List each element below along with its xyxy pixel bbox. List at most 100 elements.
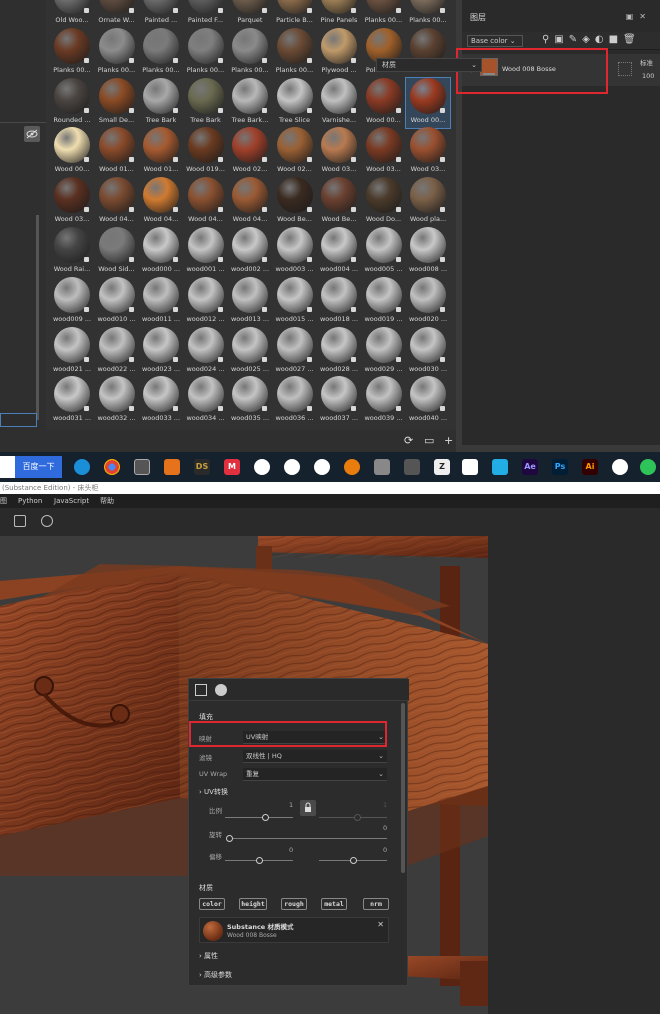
folder-icon[interactable]: ▭ [424,434,434,447]
material-thumbnail-item[interactable]: Planks 00... [139,27,183,78]
material-thumbnail-item[interactable]: wood018 ... [317,276,361,327]
material-thumbnail-item[interactable]: wood011 ... [139,276,183,327]
material-thumbnail-item[interactable]: wood004 ... [317,227,361,277]
material-thumbnail-item[interactable]: wood010 ... [95,276,139,327]
material-thumbnail-item[interactable]: Wood Be... [273,177,317,227]
material-thumbnail-item[interactable]: Wood 04... [228,177,272,227]
ds-icon[interactable]: DS [194,459,210,475]
close-icon[interactable]: ✕ [377,920,384,929]
tab-material-icon[interactable] [215,684,227,696]
rotate-slider-knob[interactable] [226,835,233,842]
lock-icon[interactable] [300,800,316,816]
scale-slider-track[interactable] [225,817,293,818]
material-thumbnail-item[interactable]: wood023 ... [139,326,183,377]
photoshop-icon[interactable]: Ps [552,459,568,475]
app-icon[interactable] [134,459,150,475]
panel-window-icons[interactable]: ▣✕ [626,12,652,21]
material-thumbnail-item[interactable]: wood012 ... [184,276,228,327]
marmoset-icon[interactable] [164,459,180,475]
scale-slider-knob[interactable] [262,814,269,821]
add-icon[interactable]: + [444,434,453,447]
material-thumbnail-item[interactable]: wood035 ... [228,376,272,426]
blend-mode[interactable]: 标准 [640,57,653,67]
material-thumbnail-item[interactable]: Tree Slice [273,77,317,128]
material-thumbnail-item[interactable]: wood000 ... [139,227,183,277]
material-thumbnail-item[interactable]: Varnishe... [317,77,361,128]
material-thumbnail-item[interactable]: Wood 03... [362,127,406,177]
material-thumbnail-item[interactable]: wood033 ... [139,376,183,426]
channel-height-button[interactable]: height [239,898,267,910]
unreal-icon[interactable] [284,459,300,475]
qq-icon[interactable] [612,459,628,475]
material-thumbnail-item[interactable]: wood036 ... [273,376,317,426]
target-icon[interactable] [41,515,53,527]
material-thumbnail-item[interactable]: Tree Bark [139,77,183,128]
material-thumbnail-item[interactable]: wood002 ... [228,227,272,277]
material-thumbnail-item[interactable]: wood029 ... [362,326,406,377]
material-thumbnail-item[interactable]: wood021 ... [50,326,94,377]
material-thumbnail-item[interactable]: wood037 ... [317,376,361,426]
material-thumbnail-item[interactable]: wood005 ... [362,227,406,277]
material-thumbnail-item[interactable]: Ornate W... [95,0,139,28]
material-thumbnail-item[interactable]: wood039 ... [362,376,406,426]
material-thumbnail-item[interactable]: wood031 ... [50,376,94,426]
material-thumbnail-item[interactable]: Wood 03... [317,127,361,177]
channel-nrm-button[interactable]: nrm [363,898,389,910]
offset-slider-knob-1[interactable] [256,857,263,864]
material-thumbnail-item[interactable]: Wood 04... [95,177,139,227]
material-thumbnail-item[interactable]: Wood Rai... [50,227,94,277]
material-thumbnail-item[interactable]: wood028 ... [317,326,361,377]
channel-metal-button[interactable]: metal [321,898,347,910]
material-thumbnail-item[interactable]: Wood 04... [139,177,183,227]
material-thumbnail-item[interactable]: Wood Sid... [95,227,139,277]
wechat-icon[interactable] [640,459,656,475]
scrollbar[interactable] [36,215,39,420]
material-thumbnail-item[interactable]: Parquet [228,0,272,28]
material-thumbnail-item[interactable]: wood032 ... [95,376,139,426]
material-thumbnail-item[interactable]: Planks 00... [362,0,406,28]
menu-help[interactable]: 帮助 [100,494,114,508]
uv-transform-section[interactable]: › UV转换 [199,787,228,797]
edge-icon[interactable] [74,459,90,475]
material-thumbnail-item[interactable]: Wood 03... [50,177,94,227]
search-box[interactable] [0,456,15,478]
material-thumbnail-item[interactable]: Wood Be... [317,177,361,227]
material-thumbnail-item[interactable]: wood040 ... [406,376,450,426]
menu-edge-item[interactable]: 图 [0,494,7,508]
unreal-2-icon[interactable] [314,459,330,475]
material-thumbnail-item[interactable]: Painted ... [139,0,183,28]
material-thumbnail-item[interactable]: wood025 ... [228,326,272,377]
material-thumbnail-item[interactable]: Planks 00... [273,27,317,78]
offset-slider-knob-2[interactable] [350,857,357,864]
material-thumbnail-item[interactable]: Wood 02... [228,127,272,177]
material-thumbnail-item[interactable]: wood001 ... [184,227,228,277]
material-thumbnail-item[interactable]: Wood 00... [362,77,406,128]
material-thumbnail-item[interactable]: Wood 03... [406,127,450,177]
opacity-value[interactable]: 100 [642,72,654,80]
material-thumbnail-item[interactable]: wood015 ... [273,276,317,327]
material-card[interactable]: Substance 材质模式 Wood 008 Bosse ✕ [199,917,389,943]
material-thumbnail-item[interactable]: Tree Bark [184,77,228,128]
material-thumbnail-item[interactable]: Painted F... [184,0,228,28]
material-thumbnail-item[interactable]: Wood 00... [50,127,94,177]
blender-icon[interactable] [344,459,360,475]
menu-javascript[interactable]: JavaScript [54,494,89,508]
m-app-icon[interactable]: M [224,459,240,475]
material-thumbnail-item[interactable]: Small De... [95,77,139,128]
material-thumbnail-item[interactable]: wood009 ... [50,276,94,327]
material-thumbnail-item[interactable]: Pine Panels [317,0,361,28]
hide-icon[interactable] [24,126,40,142]
text-field[interactable] [0,413,37,427]
filter-dropdown[interactable]: 双线性 | HQ ⌄ [243,750,387,763]
channel-color-button[interactable]: color [199,898,225,910]
channel-rough-button[interactable]: rough [281,898,307,910]
material-thumbnail-item[interactable]: Wood 01... [95,127,139,177]
material-thumbnail-item[interactable]: Planks 00... [406,0,450,28]
channel-dropdown[interactable]: Base color ⌄ [467,35,523,47]
material-thumbnail-item[interactable]: Particle B... [273,0,317,28]
material-thumbnail-item[interactable]: Planks 00... [50,27,94,78]
material-thumbnail-item[interactable]: wood024 ... [184,326,228,377]
mixer-icon[interactable] [374,459,390,475]
material-thumbnail-item[interactable]: Wood pla... [406,177,450,227]
material-thumbnail-item[interactable]: wood008 ... [406,227,450,277]
